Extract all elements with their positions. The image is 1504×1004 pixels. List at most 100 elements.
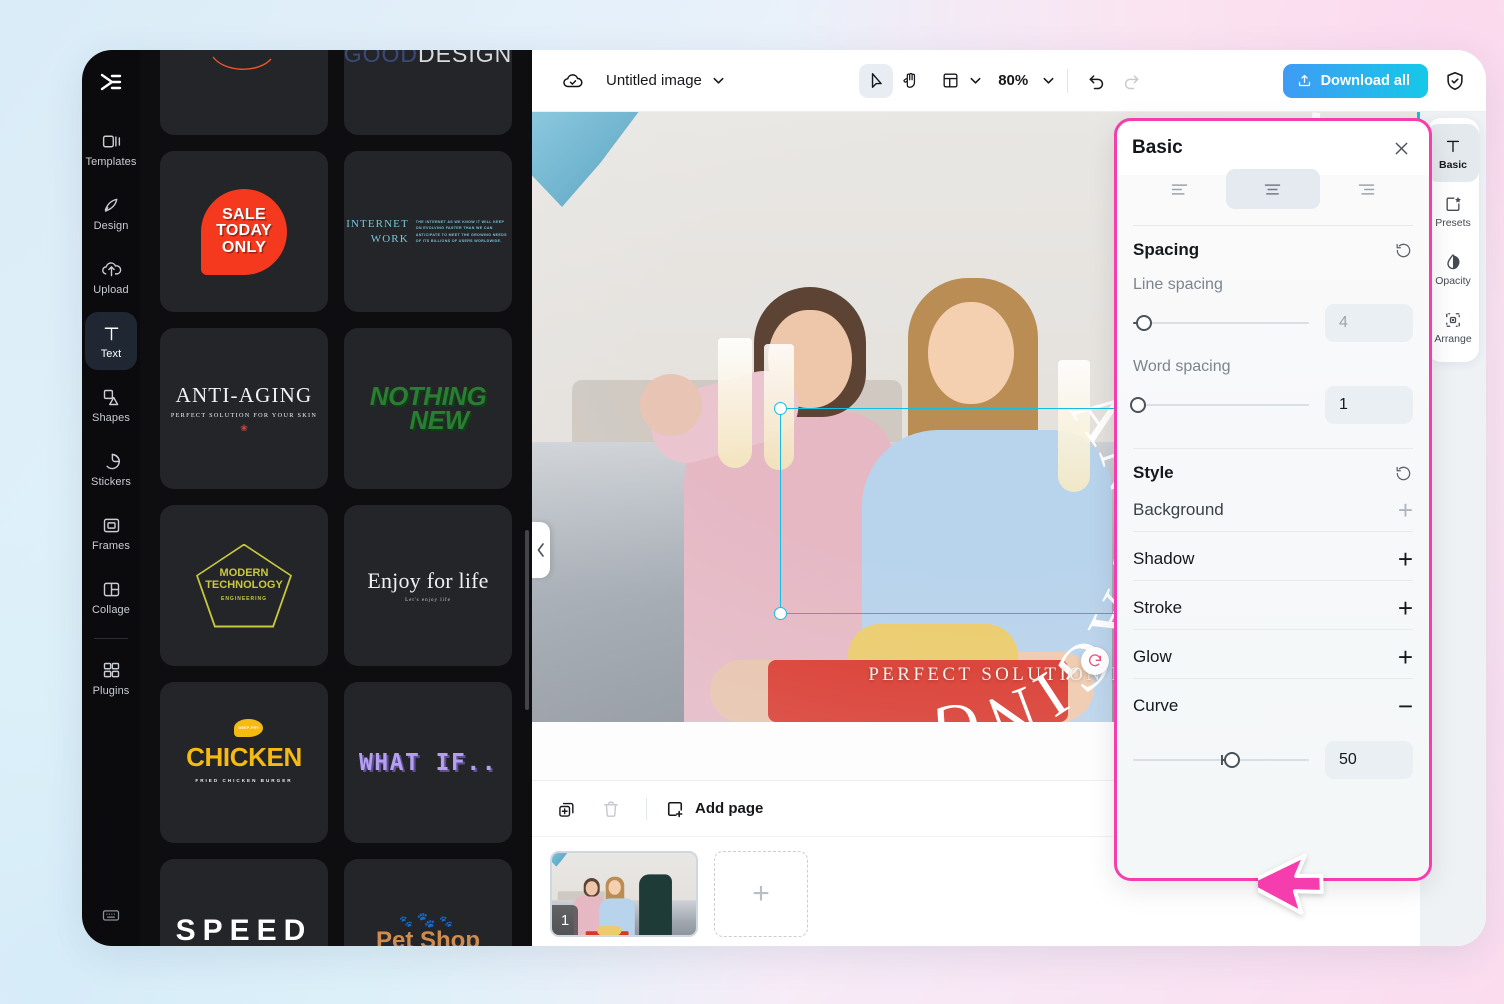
tab-arrange[interactable]: Arrange bbox=[1427, 298, 1479, 356]
zoom-chevron-down-icon[interactable] bbox=[1042, 74, 1055, 87]
sidebar-item-shapes[interactable]: Shapes bbox=[85, 376, 137, 434]
add-shadow-button[interactable]: + bbox=[1398, 546, 1413, 572]
curve-row: 50 bbox=[1133, 741, 1413, 779]
logo-icon[interactable] bbox=[91, 64, 131, 104]
close-icon[interactable] bbox=[1392, 139, 1411, 158]
rotate-handle[interactable] bbox=[1081, 647, 1109, 675]
template-card-pet-shop[interactable]: 🐾🐾🐾 Pet Shop Pet food & Accessories bbox=[344, 859, 512, 946]
sidebar-item-upload[interactable]: Upload bbox=[85, 248, 137, 306]
page-thumbnail-1[interactable]: 1 bbox=[550, 851, 698, 937]
redo-button[interactable] bbox=[1114, 64, 1148, 98]
flower-icon: ❀ bbox=[171, 423, 317, 434]
basic-properties-panel: Basic Spacing Line spacing bbox=[1114, 118, 1432, 881]
template-title: GOODDESIGN bbox=[344, 50, 512, 68]
sidebar-item-text[interactable]: Text bbox=[85, 312, 137, 370]
sidebar-item-label: Stickers bbox=[91, 476, 131, 488]
keyboard-icon[interactable] bbox=[101, 905, 121, 930]
document-title[interactable]: Untitled image bbox=[606, 72, 702, 89]
style-row-background[interactable]: Background + bbox=[1133, 489, 1413, 531]
style-row-shadow[interactable]: Shadow + bbox=[1133, 538, 1413, 580]
curve-value[interactable]: 50 bbox=[1325, 741, 1413, 779]
template-title-line2: NEW bbox=[392, 409, 486, 433]
undo-button[interactable] bbox=[1080, 64, 1114, 98]
page-number-badge: 1 bbox=[552, 905, 578, 935]
cloud-check-icon[interactable] bbox=[562, 70, 584, 92]
trash-icon[interactable] bbox=[594, 792, 628, 826]
template-card-nothing-new[interactable]: NOTHING NEW bbox=[344, 328, 512, 489]
resize-handle-top-left[interactable] bbox=[774, 402, 787, 415]
add-thumbnail-button[interactable]: + bbox=[714, 851, 808, 937]
zoom-level[interactable]: 80% bbox=[998, 72, 1028, 89]
sidebar-item-label: Collage bbox=[92, 604, 130, 616]
tab-label: Arrange bbox=[1434, 333, 1471, 345]
template-subtitle: FRIED CHICKEN BURGER bbox=[186, 778, 302, 783]
word-spacing-value[interactable]: 1 bbox=[1325, 386, 1413, 424]
gallery-scrollbar[interactable] bbox=[525, 530, 529, 710]
template-title: Enjoy for life bbox=[367, 568, 488, 594]
style-row-glow[interactable]: Glow + bbox=[1133, 636, 1413, 678]
sidebar-divider bbox=[94, 638, 128, 639]
sidebar-item-plugins[interactable]: Plugins bbox=[85, 649, 137, 707]
curve-slider[interactable] bbox=[1133, 750, 1309, 770]
align-left-icon[interactable] bbox=[1133, 169, 1226, 209]
tab-basic[interactable]: Basic bbox=[1427, 124, 1479, 182]
add-page-icon bbox=[665, 799, 685, 819]
template-card-good-design[interactable]: GOODDESIGN bbox=[344, 50, 512, 135]
line-spacing-slider[interactable] bbox=[1133, 313, 1309, 333]
template-card-what-if[interactable]: WHAT IF.. bbox=[344, 682, 512, 843]
add-stroke-button[interactable]: + bbox=[1398, 595, 1413, 621]
sidebar-item-collage[interactable]: Collage bbox=[85, 568, 137, 626]
add-page-button[interactable]: Add page bbox=[665, 799, 763, 819]
collapse-panel-handle[interactable] bbox=[532, 522, 550, 578]
remove-curve-button[interactable]: − bbox=[1398, 693, 1413, 719]
reset-icon[interactable] bbox=[1394, 464, 1413, 483]
align-right-icon[interactable] bbox=[1320, 169, 1413, 209]
word-spacing-slider[interactable] bbox=[1133, 395, 1309, 415]
line-spacing-value[interactable]: 4 bbox=[1325, 304, 1413, 342]
shield-check-icon[interactable] bbox=[1444, 70, 1466, 92]
sidebar-item-label: Templates bbox=[85, 156, 136, 168]
select-tool-button[interactable] bbox=[859, 64, 893, 98]
add-glow-button[interactable]: + bbox=[1398, 644, 1413, 670]
style-row-label: Glow bbox=[1133, 647, 1172, 667]
sidebar-item-frames[interactable]: Frames bbox=[85, 504, 137, 562]
template-subtitle: PERFECT SOLUTION FOR YOUR SKIN bbox=[171, 412, 317, 419]
sidebar-item-templates[interactable]: Templates bbox=[85, 120, 137, 178]
chevron-down-icon[interactable] bbox=[712, 74, 725, 87]
template-card-anti-aging[interactable]: ANTI-AGING PERFECT SOLUTION FOR YOUR SKI… bbox=[160, 328, 328, 489]
hand-pan-tool-button[interactable] bbox=[893, 64, 927, 98]
align-center-icon[interactable] bbox=[1226, 169, 1319, 209]
tab-presets[interactable]: Presets bbox=[1427, 182, 1479, 240]
add-background-button[interactable]: + bbox=[1398, 497, 1413, 523]
line-spacing-label: Line spacing bbox=[1133, 276, 1413, 294]
template-title: Pet Shop bbox=[376, 927, 480, 946]
style-row-stroke[interactable]: Stroke + bbox=[1133, 587, 1413, 629]
style-row-curve[interactable]: Curve − bbox=[1133, 685, 1413, 727]
right-rail-card: Basic Presets Opacity Arrange bbox=[1427, 118, 1479, 362]
reset-icon[interactable] bbox=[1394, 241, 1413, 260]
resize-handle-bottom-left[interactable] bbox=[774, 607, 787, 620]
tab-opacity[interactable]: Opacity bbox=[1427, 240, 1479, 298]
template-title: SPEED bbox=[176, 914, 313, 947]
download-all-label: Download all bbox=[1321, 73, 1410, 89]
layout-tool-button[interactable] bbox=[933, 64, 967, 98]
mouse-cursor bbox=[1258, 845, 1336, 923]
swoosh-icon bbox=[209, 55, 279, 73]
download-all-button[interactable]: Download all bbox=[1283, 64, 1428, 98]
template-card-enjoy-for-life[interactable]: Enjoy for life Let's enjoy life bbox=[344, 505, 512, 666]
template-title: CHICKEN bbox=[186, 742, 302, 773]
template-gallery-panel[interactable]: GLOBAL TRAVEL GOODDESIGN SALETODAYONLY I… bbox=[140, 50, 532, 946]
template-card-internet-work[interactable]: INTERNETWORK THE INTERNET AS WE KNOW IT … bbox=[344, 151, 512, 312]
sidebar-item-stickers[interactable]: Stickers bbox=[85, 440, 137, 498]
panel-divider bbox=[1133, 678, 1413, 679]
layout-chevron-down-icon[interactable] bbox=[969, 74, 982, 87]
template-card-speed[interactable]: SPEED VICTOR bbox=[160, 859, 328, 946]
spacing-title: Spacing bbox=[1133, 240, 1199, 260]
template-card-chicken[interactable]: DEEP-FRY CHICKEN FRIED CHICKEN BURGER bbox=[160, 682, 328, 843]
template-card-modern-technology[interactable]: MODERN TECHNOLOGY ENGINEERING bbox=[160, 505, 328, 666]
duplicate-page-icon[interactable] bbox=[550, 792, 584, 826]
template-card-sale-today-only[interactable]: SALETODAYONLY bbox=[160, 151, 328, 312]
sidebar-item-label: Shapes bbox=[92, 412, 130, 424]
sidebar-item-design[interactable]: Design bbox=[85, 184, 137, 242]
template-card-global-travel[interactable]: GLOBAL TRAVEL bbox=[160, 50, 328, 135]
